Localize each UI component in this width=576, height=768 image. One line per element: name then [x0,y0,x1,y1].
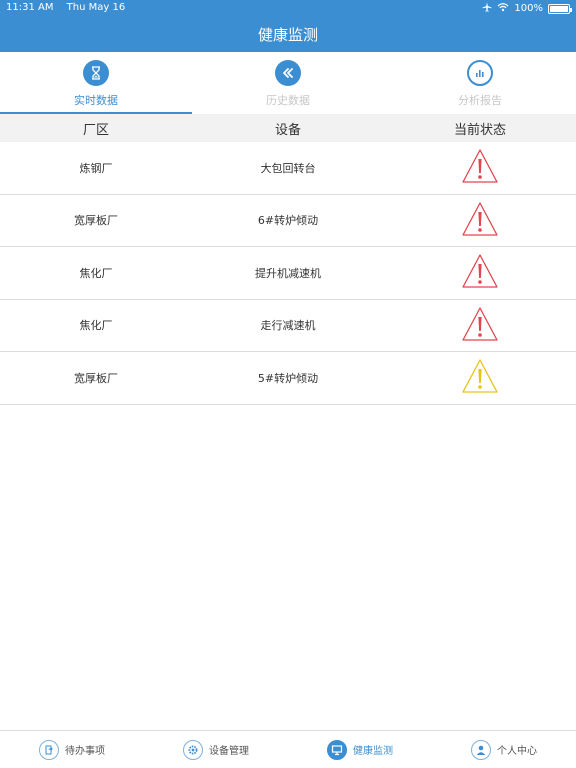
tab-history-data[interactable]: 历史数据 [192,52,384,114]
bottom-tab-todo[interactable]: 待办事项 [0,731,144,768]
nav-bar: 健康监测 [0,16,576,52]
hourglass-icon [83,60,109,86]
bottom-tab-label: 健康监测 [353,746,393,757]
status-cell [384,358,576,397]
tab-analysis-report[interactable]: 分析报告 [384,52,576,114]
status-date: Thu May 16 [66,2,126,13]
cell-area: 焦化厂 [79,266,113,280]
top-tabs: 实时数据 历史数据 分析报告 [0,52,576,114]
status-cell [384,148,576,187]
gear-icon [183,739,203,760]
table-row[interactable]: 炼钢厂 大包回转台 [0,142,576,195]
monitor-icon [327,739,347,760]
status-bar: 11:31 AM Thu May 16 100% [0,0,576,16]
alarm-red-icon [461,253,499,292]
header-device: 设备 [274,122,301,138]
table-body: 炼钢厂 大包回转台 宽厚板厂 6#转炉倾动 焦化厂 提升机减速机 焦化厂 走行减… [0,142,576,405]
cell-device: 5#转炉倾动 [257,371,319,385]
bottom-tab-health-monitoring[interactable]: 健康监测 [288,731,432,768]
tab-realtime-data[interactable]: 实时数据 [0,52,192,114]
cell-area: 宽厚板厂 [74,371,118,385]
cell-device: 6#转炉倾动 [257,214,319,228]
table-header: 厂区 设备 当前状态 [0,114,576,142]
status-left: 11:31 AM Thu May 16 [6,2,135,13]
table-row[interactable]: 宽厚板厂 6#转炉倾动 [0,194,576,247]
cell-device: 大包回转台 [260,161,316,175]
cell-device: 走行减速机 [260,319,316,333]
cell-area: 宽厚板厂 [74,214,118,228]
header-status: 当前状态 [453,122,506,138]
tab-label: 历史数据 [266,94,310,107]
bottom-tab-label: 设备管理 [209,746,249,757]
warning-yellow-icon [461,358,499,397]
table-row[interactable]: 焦化厂 走行减速机 [0,299,576,352]
bottom-tab-personal-center[interactable]: 个人中心 [432,731,576,768]
status-cell [384,253,576,292]
alarm-red-icon [461,306,499,345]
wifi-icon [497,2,509,15]
double-chevron-left-icon [275,60,301,86]
tab-label: 分析报告 [458,94,502,107]
table-row[interactable]: 宽厚板厂 5#转炉倾动 [0,352,576,405]
alarm-red-icon [461,148,499,187]
bottom-tab-label: 个人中心 [497,746,537,757]
battery-fill [550,5,568,12]
status-time: 11:31 AM [6,2,54,13]
tab-label: 实时数据 [74,94,118,107]
bottom-tab-label: 待办事项 [65,746,105,757]
cell-area: 炼钢厂 [79,161,113,175]
cell-area: 焦化厂 [79,319,113,333]
battery-icon [548,3,572,14]
airplane-icon [482,2,492,15]
cell-device: 提升机减速机 [255,266,321,280]
status-cell [384,306,576,345]
bottom-tab-bar: 待办事项 设备管理 健康监测 个人中心 [0,730,576,768]
bottom-tab-device-management[interactable]: 设备管理 [144,731,288,768]
battery-percent: 100% [514,3,543,14]
person-icon [471,739,491,760]
todo-icon [39,739,59,760]
status-right: 100% [482,2,572,15]
status-cell [384,201,576,240]
refresh-chart-icon [467,60,493,86]
table-row[interactable]: 焦化厂 提升机减速机 [0,247,576,300]
header-area: 厂区 [82,122,109,138]
page-title: 健康监测 [257,25,318,44]
alarm-red-icon [461,201,499,240]
